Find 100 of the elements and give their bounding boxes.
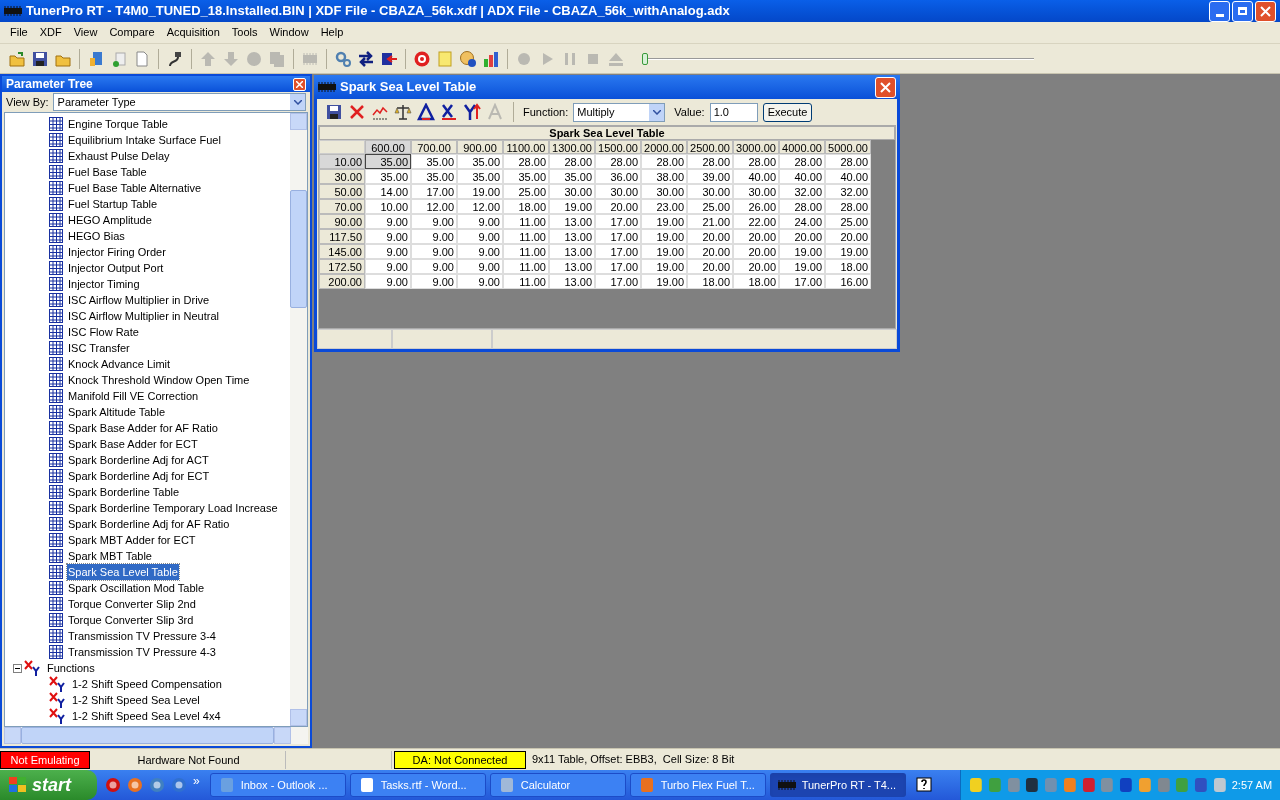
vertical-scrollbar[interactable] xyxy=(290,113,307,726)
tree-item[interactable]: Spark Borderline Table xyxy=(67,484,181,500)
execute-button[interactable]: Execute xyxy=(762,102,813,122)
tree-item[interactable]: Spark Borderline Adj for ACT xyxy=(67,452,210,468)
tool-button[interactable] xyxy=(417,102,435,122)
table-cell[interactable]: 18.00 xyxy=(687,274,733,289)
tree-item[interactable]: 1-2 Shift Speed Sea Level xyxy=(71,692,201,708)
table-cell[interactable]: 35.00 xyxy=(411,154,457,169)
table-cell[interactable]: 19.00 xyxy=(779,244,825,259)
table-cell[interactable]: 19.00 xyxy=(641,214,687,229)
table-cell[interactable]: 32.00 xyxy=(779,184,825,199)
table-cell[interactable]: 20.00 xyxy=(733,229,779,244)
table-cell[interactable]: 20.00 xyxy=(687,259,733,274)
table-cell[interactable]: 11.00 xyxy=(503,244,549,259)
table-cell[interactable]: 19.00 xyxy=(641,274,687,289)
tray-icon[interactable] xyxy=(969,777,983,793)
table-cell[interactable]: 14.00 xyxy=(365,184,411,199)
menu-item[interactable]: View xyxy=(67,24,104,41)
tree-item[interactable]: HEGO Bias xyxy=(67,228,126,244)
tree-item[interactable]: Spark Sea Level Table xyxy=(67,564,179,580)
table-cell[interactable]: 9.00 xyxy=(411,244,457,259)
quick-launch-icon[interactable] xyxy=(171,777,187,793)
tree-item[interactable]: 1-2 Shift Speed Sea Level 4x4 xyxy=(71,708,222,724)
table-cell[interactable]: 30.00 xyxy=(595,184,641,199)
table-cell[interactable]: 13.00 xyxy=(549,244,595,259)
value-field[interactable]: 1.0 xyxy=(709,102,758,122)
table-cell[interactable]: 20.00 xyxy=(595,199,641,214)
tree-item[interactable]: Manifold Fill VE Correction xyxy=(67,388,200,404)
table-cell[interactable]: 9.00 xyxy=(411,229,457,244)
tree-item[interactable]: Equilibrium Intake Surface Fuel xyxy=(67,132,222,148)
table-cell[interactable]: 9.00 xyxy=(457,274,503,289)
menu-item[interactable]: Tools xyxy=(225,24,264,41)
table-cell[interactable]: 23.00 xyxy=(641,199,687,214)
table-cell[interactable]: 13.00 xyxy=(549,214,595,229)
table-cell[interactable]: 9.00 xyxy=(457,229,503,244)
slider-thumb[interactable] xyxy=(642,52,648,65)
quick-launch-icon[interactable] xyxy=(127,777,143,793)
tree-item[interactable]: Torque Converter Slip 2nd xyxy=(67,596,197,612)
tree-item[interactable]: Spark Base Adder for ECT xyxy=(67,436,199,452)
tree-item[interactable]: Spark Borderline Temporary Load Increase xyxy=(67,500,279,516)
table-cell[interactable]: 25.00 xyxy=(503,184,549,199)
tool-button[interactable] xyxy=(440,102,458,122)
tree-item[interactable]: Transmission TV Pressure 3-4 xyxy=(67,628,217,644)
quick-launch-icon[interactable] xyxy=(149,777,165,793)
table-cell[interactable]: 30.00 xyxy=(733,184,779,199)
table-cell[interactable]: 35.00 xyxy=(411,169,457,184)
table-cell[interactable]: 17.00 xyxy=(411,184,457,199)
table-cell[interactable]: 39.00 xyxy=(687,169,733,184)
table-cell[interactable]: 13.00 xyxy=(549,274,595,289)
table-cell[interactable]: 28.00 xyxy=(549,154,595,169)
menu-item[interactable]: Help xyxy=(314,24,350,41)
table-cell[interactable]: 21.00 xyxy=(687,214,733,229)
tree-item[interactable]: Knock Advance Limit xyxy=(67,356,172,372)
table-cell[interactable]: 28.00 xyxy=(779,199,825,214)
close-button[interactable] xyxy=(293,77,306,91)
table-cell[interactable]: 18.00 xyxy=(733,274,779,289)
tool-button[interactable] xyxy=(463,102,481,122)
table-cell[interactable]: 20.00 xyxy=(779,229,825,244)
table-cell[interactable]: 28.00 xyxy=(595,154,641,169)
table-cell[interactable]: 16.00 xyxy=(825,274,871,289)
toolbar-button[interactable] xyxy=(357,48,375,69)
menu-item[interactable]: File xyxy=(4,24,34,41)
collapse-toggle[interactable] xyxy=(13,663,22,673)
more-icon[interactable]: » xyxy=(193,772,200,790)
table-cell[interactable]: 35.00 xyxy=(457,154,503,169)
table-cell[interactable]: 20.00 xyxy=(687,244,733,259)
table-cell[interactable]: 19.00 xyxy=(641,229,687,244)
table-cell[interactable]: 28.00 xyxy=(779,154,825,169)
table-cell[interactable]: 25.00 xyxy=(825,214,871,229)
taskbar-button[interactable]: Calculator xyxy=(489,773,626,797)
table-cell[interactable]: 26.00 xyxy=(733,199,779,214)
minimize-button[interactable] xyxy=(1209,0,1230,22)
table-cell[interactable]: 19.00 xyxy=(825,244,871,259)
start-button[interactable]: start xyxy=(0,770,97,800)
view-by-dropdown[interactable]: Parameter Type xyxy=(52,93,306,111)
table-cell[interactable]: 19.00 xyxy=(779,259,825,274)
table-cell[interactable]: 28.00 xyxy=(687,154,733,169)
table-cell[interactable]: 9.00 xyxy=(411,274,457,289)
tray-icon[interactable] xyxy=(1081,777,1096,793)
table-cell[interactable]: 11.00 xyxy=(503,214,549,229)
table-cell[interactable]: 19.00 xyxy=(641,244,687,259)
tree-item[interactable]: Functions xyxy=(46,660,96,676)
function-dropdown[interactable]: Multiply xyxy=(573,102,666,122)
table-cell[interactable]: 30.00 xyxy=(549,184,595,199)
taskbar-button[interactable]: TunerPro RT - T4... xyxy=(769,773,906,797)
table-cell[interactable]: 32.00 xyxy=(825,184,871,199)
close-button[interactable] xyxy=(875,76,896,98)
tree-item[interactable]: Transmission TV Pressure 4-3 xyxy=(67,644,217,660)
table-cell[interactable]: 11.00 xyxy=(503,229,549,244)
table-cell[interactable]: 20.00 xyxy=(733,244,779,259)
table-cell[interactable]: 9.00 xyxy=(365,229,411,244)
taskbar-button[interactable]: Inbox - Outlook ... xyxy=(209,773,346,797)
tray-icon[interactable] xyxy=(1119,777,1133,793)
table-cell[interactable]: 10.00 xyxy=(365,199,411,214)
table-cell[interactable]: 9.00 xyxy=(365,244,411,259)
table-cell[interactable]: 9.00 xyxy=(457,214,503,229)
table-cell[interactable]: 17.00 xyxy=(595,214,641,229)
table-cell[interactable]: 38.00 xyxy=(641,169,687,184)
tray-icon[interactable] xyxy=(1025,777,1040,793)
table-cell[interactable]: 19.00 xyxy=(457,184,503,199)
